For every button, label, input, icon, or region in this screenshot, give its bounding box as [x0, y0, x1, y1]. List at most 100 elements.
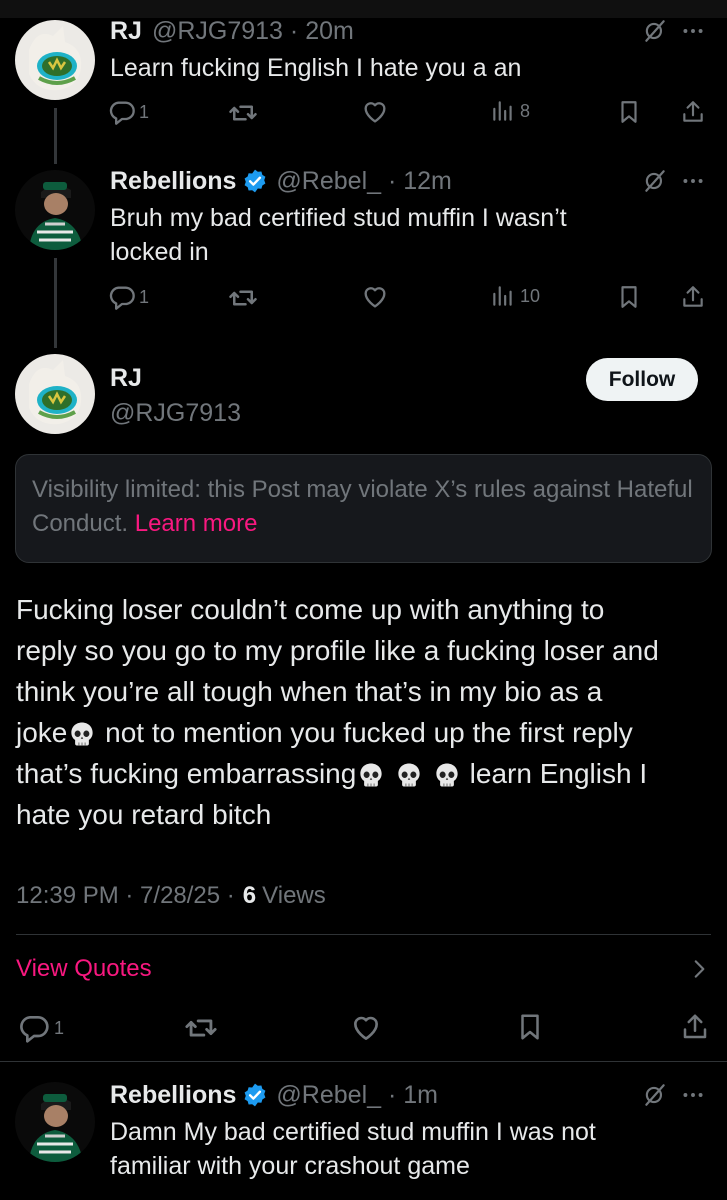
visibility-notice: Visibility limited: this Post may violat…	[15, 454, 712, 563]
author-handle[interactable]: @Rebel_	[276, 1081, 381, 1110]
notice-text: Visibility limited: this Post may violat…	[32, 476, 693, 537]
post-time[interactable]: 12m	[403, 167, 452, 196]
reply-count: 1	[139, 286, 150, 307]
reply-icon	[18, 1012, 50, 1044]
post-text-line: locked in	[110, 238, 209, 266]
bookmark-button[interactable]	[515, 1012, 545, 1042]
post-text-line: reply so you go to my profile like a fuc…	[16, 635, 659, 666]
avatar[interactable]	[15, 354, 95, 434]
like-button[interactable]	[350, 1012, 382, 1044]
post-text-line: that’s fucking embarrassing learn Englis…	[16, 753, 659, 794]
reply-icon	[108, 283, 136, 311]
post-text-line: think you’re all tough when that’s in my…	[16, 676, 603, 707]
views-button[interactable]: 8	[490, 98, 530, 124]
reply-count: 1	[54, 1017, 65, 1038]
repost-button[interactable]	[184, 1011, 218, 1045]
reply-icon	[108, 98, 136, 126]
avatar[interactable]	[15, 1082, 95, 1162]
text-fragment: that’s fucking embarrassing	[16, 758, 357, 789]
bookmark-button[interactable]	[616, 284, 642, 310]
author-name[interactable]: Rebellions	[110, 167, 236, 196]
share-button[interactable]	[680, 284, 706, 310]
post-text-line: Fucking loser couldn’t come up with anyt…	[16, 594, 605, 625]
repost-icon	[228, 283, 258, 313]
author-name[interactable]: Rebellions	[110, 1081, 236, 1110]
post-header: Rebellions @Rebel_ · 12m	[110, 164, 452, 198]
bookmark-icon	[515, 1012, 545, 1042]
post-time[interactable]: 20m	[305, 17, 354, 46]
post-text-line: Damn My bad certified stud muffin I was …	[110, 1118, 596, 1146]
like-icon	[350, 1012, 382, 1044]
like-button[interactable]	[361, 283, 389, 311]
skull-emoji	[432, 761, 462, 791]
post-text-line: hate you retard bitch	[16, 799, 272, 830]
grok-icon[interactable]	[642, 18, 668, 49]
like-button[interactable]	[361, 98, 389, 126]
share-button[interactable]	[680, 1012, 710, 1042]
views-label: Views	[262, 882, 326, 909]
divider	[0, 1061, 727, 1062]
separator-dot: ·	[381, 166, 404, 195]
views-button[interactable]: 10	[490, 283, 540, 309]
share-icon	[680, 1012, 710, 1042]
reply-count: 1	[139, 101, 150, 122]
separator-dot: ·	[282, 16, 306, 45]
more-icon[interactable]	[680, 1082, 706, 1113]
bookmark-button[interactable]	[616, 99, 642, 125]
post-text: Damn My bad certified stud muffin I was …	[110, 1115, 596, 1183]
view-quotes-link[interactable]: View Quotes	[16, 955, 152, 983]
view-count: 8	[520, 100, 531, 121]
post-text-line: joke not to mention you fucked up the fi…	[16, 712, 659, 753]
grok-icon[interactable]	[642, 168, 668, 199]
more-icon[interactable]	[680, 18, 706, 49]
follow-button[interactable]: Follow	[586, 358, 698, 401]
post-text-line: familiar with your crashout game	[110, 1152, 470, 1180]
author-handle[interactable]: @RJG7913	[152, 17, 283, 46]
reply-button[interactable]: 1	[18, 1012, 64, 1044]
reply-button[interactable]: 1	[108, 283, 149, 311]
chevron-right-icon[interactable]	[686, 956, 712, 987]
text-fragment: joke	[16, 717, 68, 748]
author-handle[interactable]: @Rebel_	[276, 167, 381, 196]
repost-icon	[184, 1011, 218, 1045]
avatar[interactable]	[15, 20, 95, 100]
verified-icon	[242, 168, 268, 194]
view-count: 6	[242, 882, 257, 909]
author-name[interactable]: RJ	[110, 364, 142, 393]
skull-emoji	[67, 720, 97, 750]
author-handle[interactable]: @RJG7913	[110, 399, 241, 428]
post-time[interactable]: 1m	[403, 1081, 438, 1110]
post-text: Learn fucking English I hate you a an	[110, 54, 522, 82]
bookmark-icon	[616, 284, 642, 310]
like-icon	[361, 98, 389, 126]
post-header: Rebellions @Rebel_ · 1m	[110, 1078, 438, 1112]
post-timestamp[interactable]: 12:39 PM · 7/28/25 ·	[16, 882, 235, 910]
share-icon	[680, 284, 706, 310]
repost-button[interactable]	[228, 283, 258, 313]
repost-icon	[228, 98, 258, 128]
divider	[16, 934, 711, 935]
repost-button[interactable]	[228, 98, 258, 128]
post-text: Bruh my bad certified stud muffin I wasn…	[110, 201, 567, 269]
text-fragment: not to mention you fucked up the first r…	[97, 717, 633, 748]
author-name[interactable]: RJ	[110, 17, 142, 46]
skull-emoji	[356, 761, 386, 791]
views-icon	[490, 283, 516, 309]
main-post-text: Fucking loser couldn’t come up with anyt…	[16, 589, 659, 835]
thread-line	[54, 258, 57, 348]
verified-icon	[242, 1082, 268, 1108]
avatar[interactable]	[15, 170, 95, 250]
skull-emoji	[394, 761, 424, 791]
view-count: 10	[520, 285, 541, 306]
learn-more-link[interactable]: Learn more	[135, 510, 258, 537]
separator-dot: ·	[381, 1080, 404, 1109]
share-icon	[680, 99, 706, 125]
reply-button[interactable]: 1	[108, 98, 149, 126]
more-icon[interactable]	[680, 168, 706, 199]
grok-icon[interactable]	[642, 1082, 668, 1113]
like-icon	[361, 283, 389, 311]
text-fragment: learn English I	[461, 758, 648, 789]
views-icon	[490, 98, 516, 124]
post-header: RJ @RJG7913 · 20m	[110, 14, 354, 48]
share-button[interactable]	[680, 99, 706, 125]
